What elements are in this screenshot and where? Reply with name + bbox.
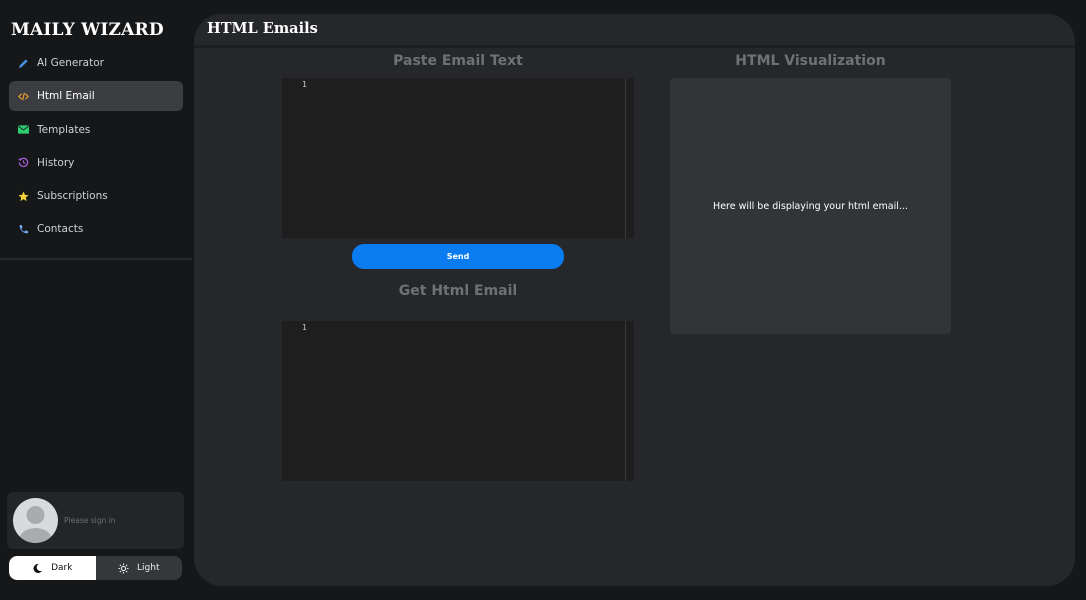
light-theme-button[interactable]: Light (96, 556, 183, 580)
sidebar-item-html-email[interactable]: Html Email (9, 81, 183, 112)
code-icon (17, 90, 29, 102)
brand-logo: MAILY WIZARD (11, 20, 164, 40)
sidebar: MAILY WIZARD AI Generator Html Email Tem… (0, 0, 192, 600)
sidebar-item-label: History (37, 156, 75, 169)
main-panel: HTML Emails Paste Email Text 1 Send Get … (194, 14, 1075, 586)
sidebar-divider (0, 258, 192, 260)
paste-email-title: Paste Email Text (393, 53, 523, 69)
star-icon (17, 190, 29, 202)
user-card[interactable]: Please sign in (7, 492, 184, 549)
sidebar-item-templates[interactable]: Templates (9, 115, 183, 145)
sidebar-item-ai-generator[interactable]: AI Generator (9, 48, 183, 78)
user-icon (19, 506, 52, 543)
main-header: HTML Emails (194, 14, 1075, 48)
page-title: HTML Emails (207, 20, 318, 37)
envelope-icon (17, 124, 29, 136)
phone-icon (17, 223, 29, 235)
history-icon (17, 157, 29, 169)
sidebar-item-label: Subscriptions (37, 190, 108, 203)
sign-in-status: Please sign in (64, 516, 116, 525)
sidebar-item-label: Contacts (37, 223, 84, 236)
moon-icon (33, 563, 43, 573)
line-number: 1 (302, 323, 307, 332)
editor-ruler (625, 78, 626, 238)
sun-icon (118, 562, 129, 574)
sidebar-item-label: Html Email (37, 90, 95, 103)
paste-email-editor[interactable]: 1 (282, 78, 634, 238)
html-output-editor[interactable]: 1 (282, 321, 634, 481)
html-visualization-title: HTML Visualization (735, 53, 886, 69)
sidebar-nav: AI Generator Html Email Templates Histor… (9, 48, 183, 248)
avatar (13, 498, 58, 543)
send-button[interactable]: Send (352, 244, 564, 269)
dark-theme-button[interactable]: Dark (9, 556, 96, 580)
sidebar-item-contacts[interactable]: Contacts (9, 214, 183, 244)
sidebar-item-label: Templates (37, 123, 91, 136)
get-html-title: Get Html Email (398, 283, 518, 299)
sidebar-item-label: AI Generator (37, 57, 104, 69)
sidebar-item-history[interactable]: History (9, 148, 183, 178)
html-preview-panel: Here will be displaying your html email.… (670, 78, 951, 334)
editor-ruler (625, 321, 626, 481)
theme-toggle: Dark Light (9, 556, 182, 580)
sidebar-item-subscriptions[interactable]: Subscriptions (9, 181, 183, 211)
light-theme-label: Light (137, 563, 160, 573)
line-number: 1 (302, 80, 307, 89)
preview-placeholder: Here will be displaying your html email.… (713, 200, 908, 212)
pencil-icon (17, 57, 29, 69)
dark-theme-label: Dark (51, 563, 73, 573)
